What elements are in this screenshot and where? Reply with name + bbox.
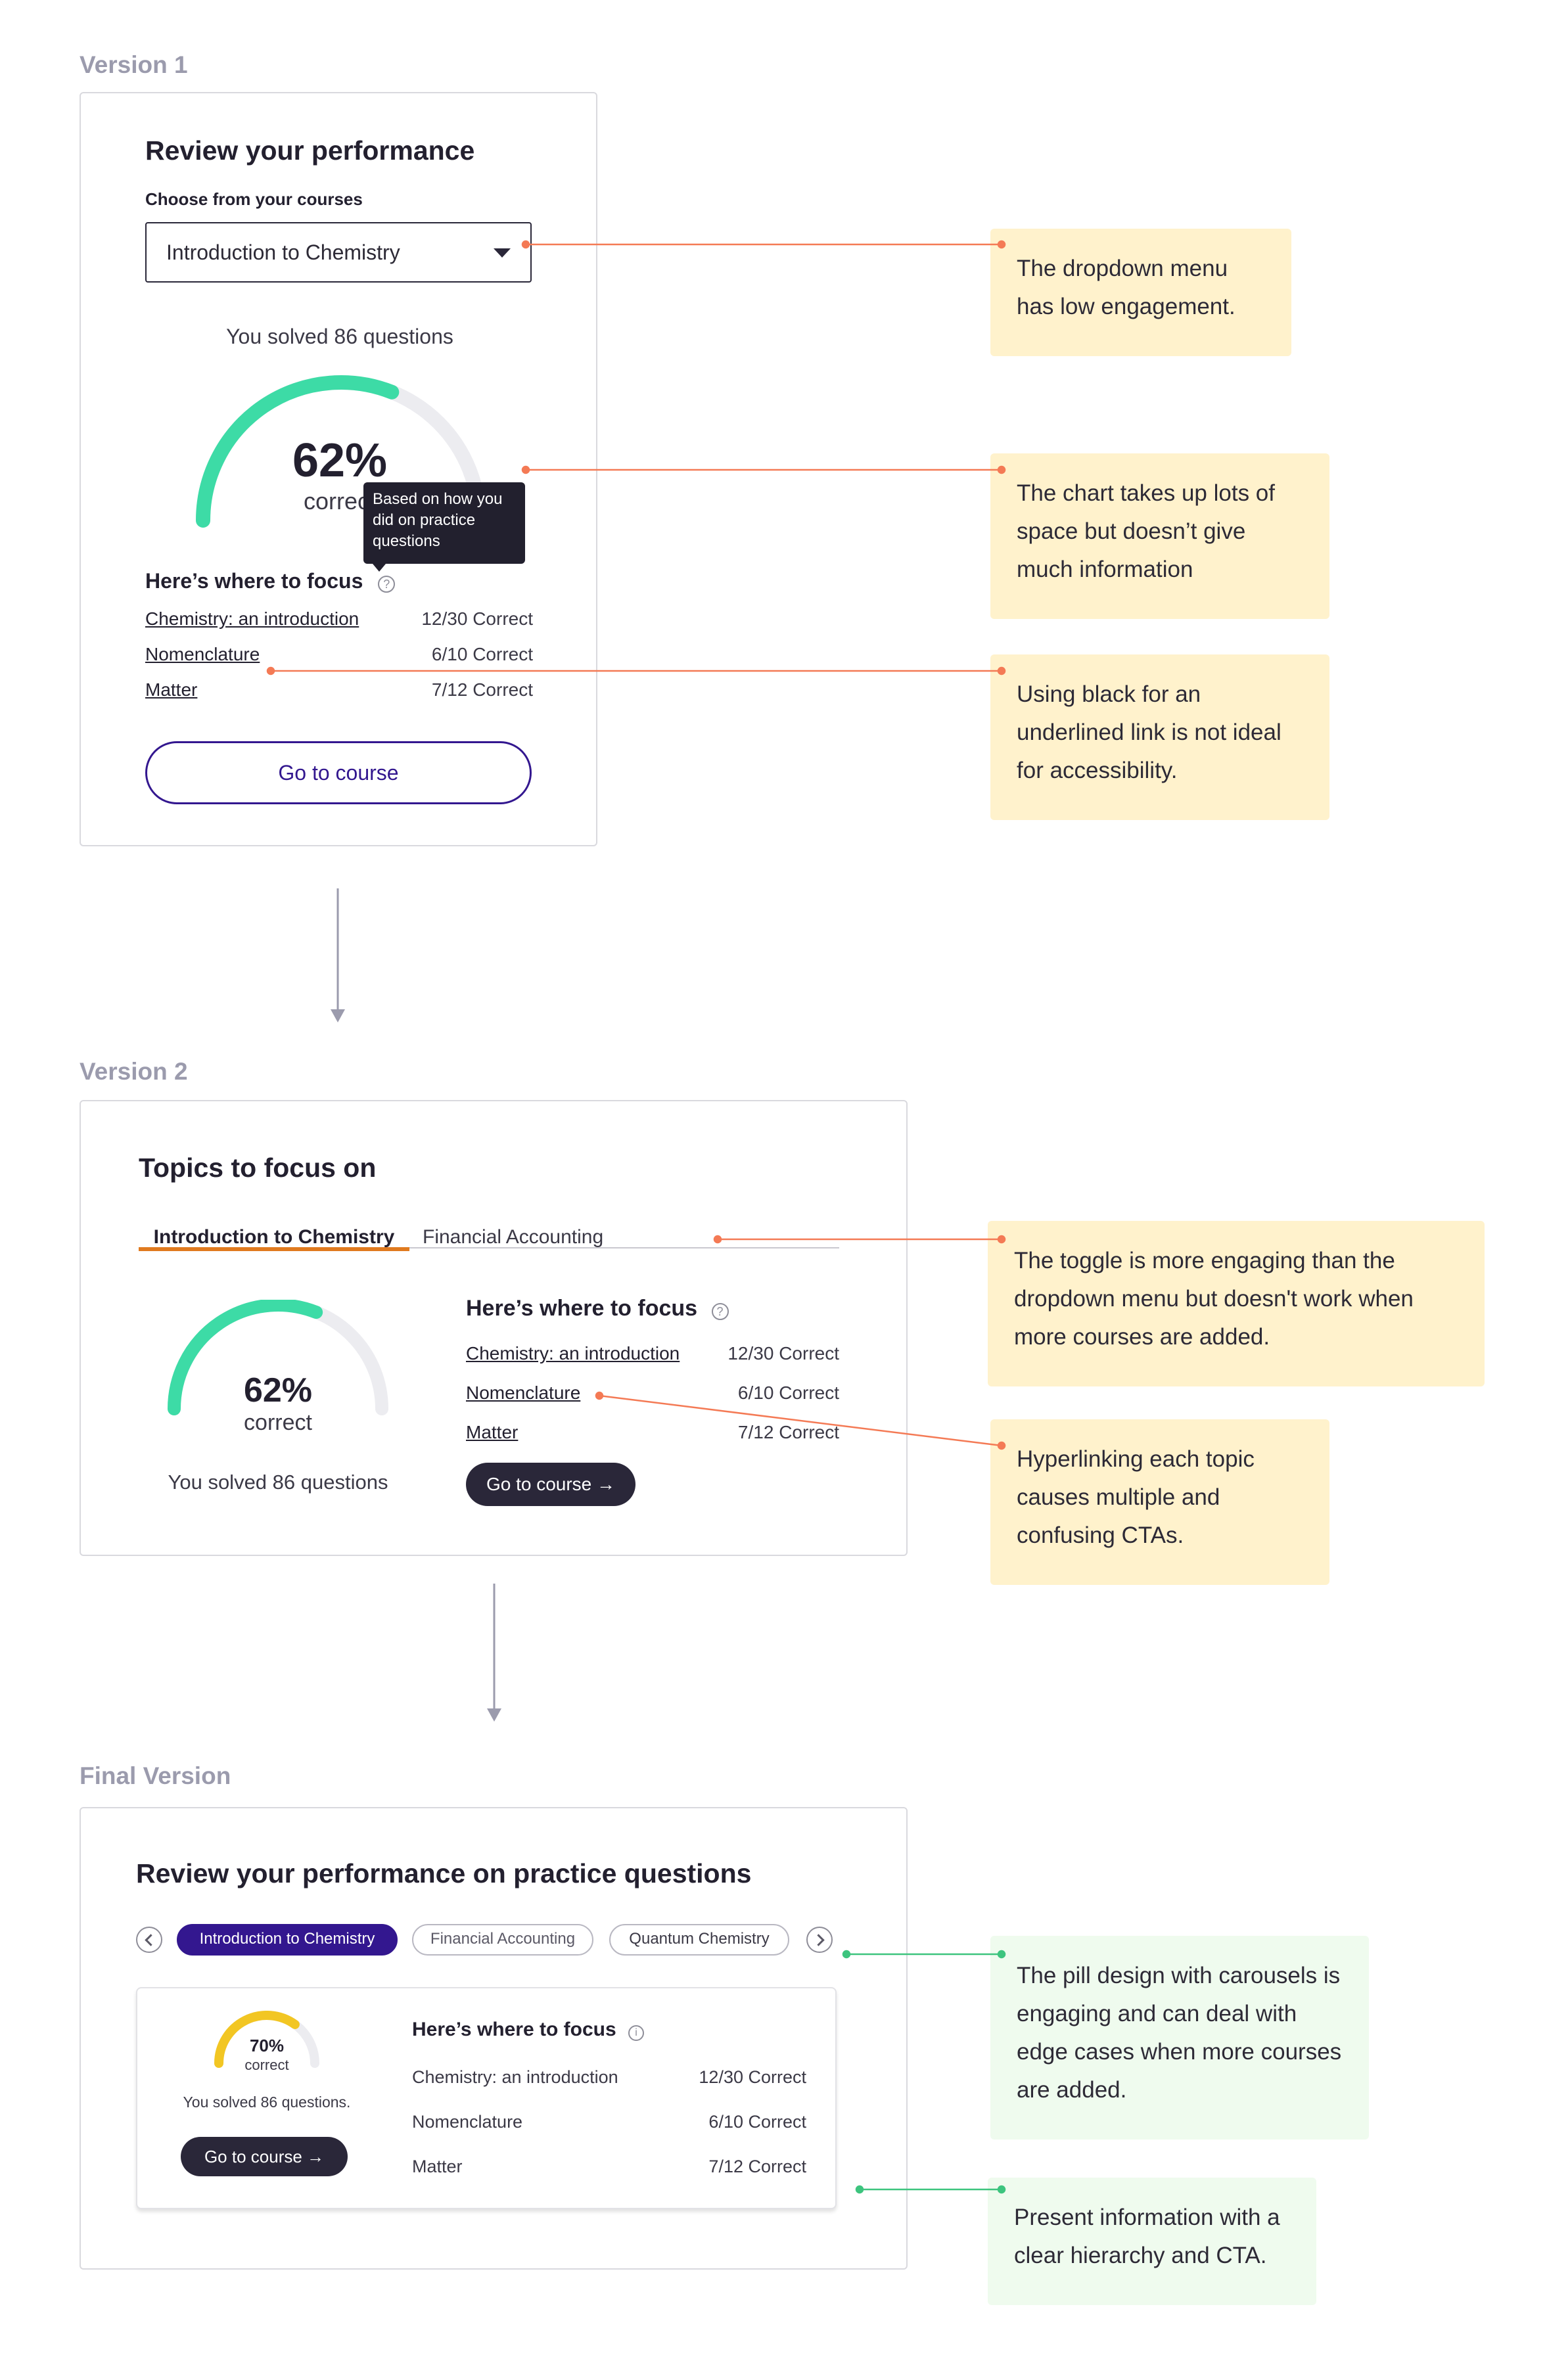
- topic-score: 7/12 Correct: [431, 679, 533, 700]
- topic-link[interactable]: Chemistry: an introduction: [145, 608, 359, 629]
- topic-score: 12/30 Correct: [421, 608, 533, 629]
- annotation-note-dropdown: The dropdown menu has low engagement.: [990, 229, 1291, 356]
- topic-link[interactable]: Nomenclature: [466, 1383, 580, 1403]
- go-to-course-button[interactable]: Go to course: [145, 741, 532, 804]
- go-to-course-button[interactable]: Go to course →: [181, 2137, 348, 2176]
- course-dropdown[interactable]: Introduction to Chemistry: [145, 222, 532, 283]
- gauge-sublabel: correct: [244, 2057, 289, 2073]
- list-item: Matter 7/12 Correct: [466, 1422, 839, 1461]
- pill-financial-accounting[interactable]: Financial Accounting: [412, 1924, 593, 1956]
- gauge-percent: 62%: [292, 434, 388, 487]
- list-item: Nomenclature 6/10 Correct: [145, 644, 533, 679]
- topic-link[interactable]: Chemistry: an introduction: [466, 1343, 680, 1363]
- carousel-next-button[interactable]: [806, 1927, 833, 1953]
- info-icon[interactable]: i: [628, 2025, 644, 2041]
- version-1-label: Version 1: [80, 51, 188, 78]
- list-item: Nomenclature 6/10 Correct: [466, 1383, 839, 1422]
- topic-score: 7/12 Correct: [708, 2157, 806, 2176]
- topic-list: Chemistry: an introduction 12/30 Correct…: [466, 1343, 839, 1461]
- solved-count: You solved 86 questions.: [183, 2094, 351, 2111]
- list-item: Matter 7/12 Correct: [145, 679, 533, 715]
- tab-label: Introduction to Chemistry: [153, 1226, 395, 1248]
- help-icon[interactable]: ?: [711, 1303, 729, 1320]
- list-item: Chemistry: an introduction 12/30 Correct: [145, 608, 533, 644]
- go-to-course-button[interactable]: Go to course →: [466, 1463, 635, 1506]
- focus-heading: Here’s where to focus i: [412, 2019, 644, 2041]
- performance-summary-card: 70% correct You solved 86 questions. Go …: [136, 1987, 837, 2209]
- chevron-down-icon: [494, 248, 511, 258]
- topic-link[interactable]: Matter: [145, 679, 197, 700]
- card-title: Topics to focus on: [139, 1153, 377, 1183]
- topic-name: Matter: [412, 2157, 463, 2176]
- card-title: Review your performance on practice ques…: [136, 1858, 752, 1888]
- pill-quantum-chemistry[interactable]: Quantum Chemistry: [609, 1924, 789, 1956]
- pill-intro-chemistry[interactable]: Introduction to Chemistry: [177, 1924, 398, 1956]
- tab-intro-chemistry[interactable]: Introduction to Chemistry: [139, 1226, 409, 1251]
- topic-name: Chemistry: an introduction: [412, 2067, 618, 2087]
- solved-count: You solved 86 questions: [168, 1471, 388, 1494]
- version-2-label: Version 2: [80, 1058, 188, 1085]
- topic-score: 6/10 Correct: [708, 2112, 806, 2132]
- annotation-note-toggle: The toggle is more engaging than the dro…: [988, 1221, 1485, 1386]
- gauge-percent: 70%: [249, 2036, 285, 2055]
- version-1-card: Review your performance Choose from your…: [80, 92, 597, 846]
- final-version-card: Review your performance on practice ques…: [80, 1807, 908, 2270]
- tooltip-text: Based on how you did on practice questio…: [373, 490, 503, 550]
- tooltip: Based on how you did on practice questio…: [363, 482, 525, 572]
- chevron-left-icon: [145, 1934, 157, 1946]
- topic-score: 7/12 Correct: [737, 1422, 839, 1442]
- card-title: Review your performance: [145, 135, 475, 166]
- annotation-note-link-color: Using black for an underlined link is no…: [990, 654, 1329, 820]
- topic-link[interactable]: Nomenclature: [145, 644, 260, 664]
- carousel-prev-button[interactable]: [136, 1927, 162, 1953]
- topic-list: Chemistry: an introduction 12/30 Correct…: [145, 608, 533, 715]
- annotation-note-hierarchy: Present information with a clear hierarc…: [988, 2178, 1316, 2305]
- gauge-percent: 62%: [243, 1371, 313, 1409]
- annotation-note-chart: The chart takes up lots of space but doe…: [990, 453, 1329, 619]
- topic-name: Nomenclature: [412, 2112, 523, 2132]
- annotation-note-pills: The pill design with carousels is engagi…: [990, 1936, 1369, 2140]
- annotation-note-hyperlinks: Hyperlinking each topic causes multiple …: [990, 1419, 1329, 1585]
- help-icon[interactable]: ?: [378, 576, 396, 593]
- dropdown-label: Choose from your courses: [145, 189, 363, 209]
- version-2-card: Topics to focus on Introduction to Chemi…: [80, 1100, 908, 1556]
- dropdown-value: Introduction to Chemistry: [166, 240, 400, 264]
- list-item: Matter 7/12 Correct: [412, 2157, 806, 2201]
- topic-score: 12/30 Correct: [727, 1343, 839, 1363]
- topic-link[interactable]: Matter: [466, 1422, 518, 1442]
- topic-score: 12/30 Correct: [699, 2067, 806, 2087]
- topic-list: Chemistry: an introduction 12/30 Correct…: [412, 2067, 806, 2201]
- final-version-label: Final Version: [80, 1762, 231, 1789]
- topic-score: 6/10 Correct: [431, 644, 533, 664]
- list-item: Chemistry: an introduction 12/30 Correct: [412, 2067, 806, 2112]
- tab-label: Financial Accounting: [423, 1226, 604, 1248]
- list-item: Chemistry: an introduction 12/30 Correct: [466, 1343, 839, 1383]
- chevron-right-icon: [812, 1934, 825, 1946]
- topic-score: 6/10 Correct: [737, 1383, 839, 1403]
- solved-count: You solved 86 questions: [226, 325, 453, 348]
- gauge-sublabel: correct: [244, 1410, 312, 1435]
- list-item: Nomenclature 6/10 Correct: [412, 2112, 806, 2157]
- focus-heading: Here’s where to focus ?: [466, 1296, 729, 1321]
- focus-heading: Here’s where to focus ?: [145, 569, 396, 593]
- tab-financial-accounting[interactable]: Financial Accounting: [423, 1226, 604, 1248]
